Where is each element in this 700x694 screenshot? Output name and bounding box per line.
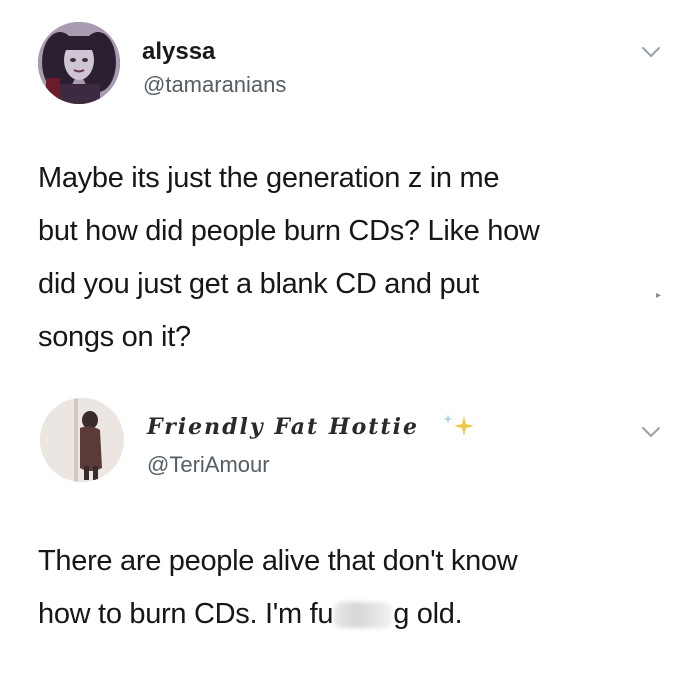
tweet-text-line: Maybe its just the generation z in me [38, 162, 500, 194]
tweet-text-line: did you just get a blank CD and put [38, 268, 479, 300]
user-handle[interactable]: @tamaranians [143, 72, 286, 98]
avatar[interactable] [40, 398, 124, 482]
tweet-card: alyssa @tamaranians Maybe its just the g… [0, 0, 700, 390]
avatar-photo [40, 398, 124, 482]
display-name[interactable]: alyssa [142, 38, 215, 66]
tweet-text: Maybe its just the generation z in me bu… [38, 152, 678, 364]
avatar[interactable] [38, 22, 120, 104]
display-name[interactable]: Friendly Fat Hottie [147, 414, 419, 440]
tweet-text-fragment: g old. [393, 598, 463, 630]
user-handle[interactable]: @TeriAmour [147, 452, 270, 478]
chevron-down-icon[interactable] [641, 45, 661, 59]
avatar-illustration [38, 22, 120, 104]
tweet-text-line: but how did people burn CDs? Like how [38, 215, 540, 247]
tweet-text-fragment: how to burn CDs. I'm fu [38, 598, 334, 630]
censored-word [334, 602, 393, 629]
scroll-marker-icon: ▸ [656, 290, 662, 301]
tweet-text: There are people alive that don't know h… [38, 535, 678, 641]
tweet-text-line: how to burn CDs. I'm fu g old. [38, 588, 678, 641]
chevron-down-icon[interactable] [641, 425, 661, 439]
tweet-text-line: songs on it? [38, 321, 191, 353]
tweet-text-line: There are people alive that don't know [38, 545, 518, 577]
sparkle-icon [443, 414, 474, 436]
